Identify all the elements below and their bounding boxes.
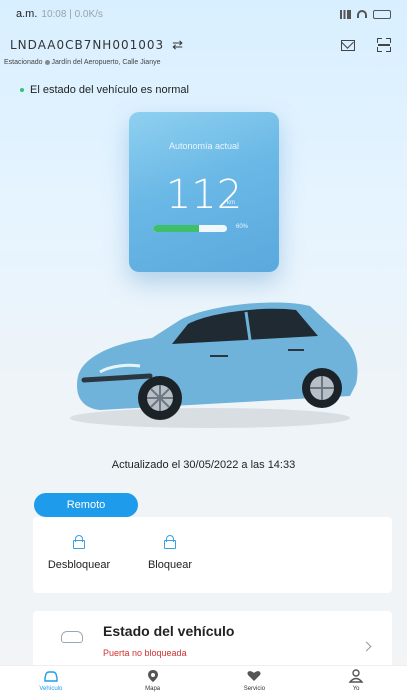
remote-controls-card: Desbloquear Bloquear [33, 517, 392, 593]
car-icon [44, 671, 58, 682]
chevron-right-icon[interactable] [361, 641, 372, 652]
status-bar: a.m. 10:08 | 0.0K/s [16, 6, 391, 22]
location-pin-icon [44, 60, 50, 65]
vehicle-header: LNDAA0CB7NH001003 ⇄ [10, 34, 391, 56]
person-icon [348, 669, 364, 683]
nav-label-me: Yo [352, 686, 360, 692]
nav-item-service[interactable]: Servicio [204, 666, 306, 699]
switch-vehicle-icon[interactable]: ⇄ [172, 37, 183, 53]
status-dot-icon [20, 88, 24, 92]
unlock-icon [72, 535, 86, 549]
mail-icon[interactable] [341, 39, 355, 51]
status-time: a.m. [16, 8, 38, 20]
heart-icon [247, 671, 261, 681]
nav-item-vehicle[interactable]: Vehículo [0, 666, 102, 699]
parking-location: Estacionado Jardín del Aeropuerto, Calle… [4, 59, 161, 66]
vehicle-state-card[interactable]: Estado del vehículo Puerta no bloqueada [33, 611, 392, 671]
tab-remote[interactable]: Remoto [34, 493, 138, 517]
signal-icon [337, 9, 351, 19]
range-label: Autonomía actual [168, 141, 240, 151]
vehicle-status-message: El estado del vehículo es normal [20, 84, 189, 96]
status-network-speed: 10:08 | 0.0K/s [41, 8, 103, 20]
car-image [70, 302, 358, 428]
map-pin-icon [147, 670, 158, 682]
scan-icon[interactable] [377, 38, 391, 52]
wifi-icon [357, 10, 367, 18]
bottom-nav: Vehículo Mapa Servicio Yo [0, 665, 407, 699]
nav-label-vehicle: Vehículo [39, 686, 63, 692]
lock-icon [163, 535, 177, 549]
nav-label-service: Servicio [243, 686, 266, 692]
battery-bar [153, 225, 227, 232]
parked-label: Estacionado [4, 59, 43, 66]
vehicle-state-warning: Puerta no bloqueada [103, 648, 187, 658]
unlock-button[interactable]: Desbloquear [39, 535, 119, 571]
app-screen: a.m. 10:08 | 0.0K/s LNDAA0CB7NH001003 ⇄ … [0, 0, 407, 699]
unlock-label: Desbloquear [47, 559, 111, 571]
vehicle-vin[interactable]: LNDAA0CB7NH001003 [10, 38, 164, 52]
range-card: Autonomía actual 112 km 60% [129, 112, 279, 272]
battery-percent: 60% [236, 224, 249, 230]
lock-button[interactable]: Bloquear [130, 535, 210, 571]
lock-label: Bloquear [147, 559, 193, 571]
range-value: 112 [165, 172, 243, 218]
status-icons [337, 9, 391, 19]
header-actions [341, 38, 391, 52]
nav-item-map[interactable]: Mapa [102, 666, 204, 699]
vehicle-state-title: Estado del vehículo [103, 623, 235, 639]
nav-label-map: Mapa [145, 686, 161, 692]
parked-address: Jardín del Aeropuerto, Calle Jianye [51, 59, 161, 66]
last-updated: Actualizado el 30/05/2022 a las 14:33 [111, 459, 296, 471]
battery-icon [373, 9, 391, 19]
battery-bar-fill [153, 225, 199, 232]
range-unit: km [227, 200, 235, 206]
nav-item-me[interactable]: Yo [305, 666, 407, 699]
status-message-text: El estado del vehículo es normal [30, 84, 189, 96]
car-icon [61, 631, 83, 643]
